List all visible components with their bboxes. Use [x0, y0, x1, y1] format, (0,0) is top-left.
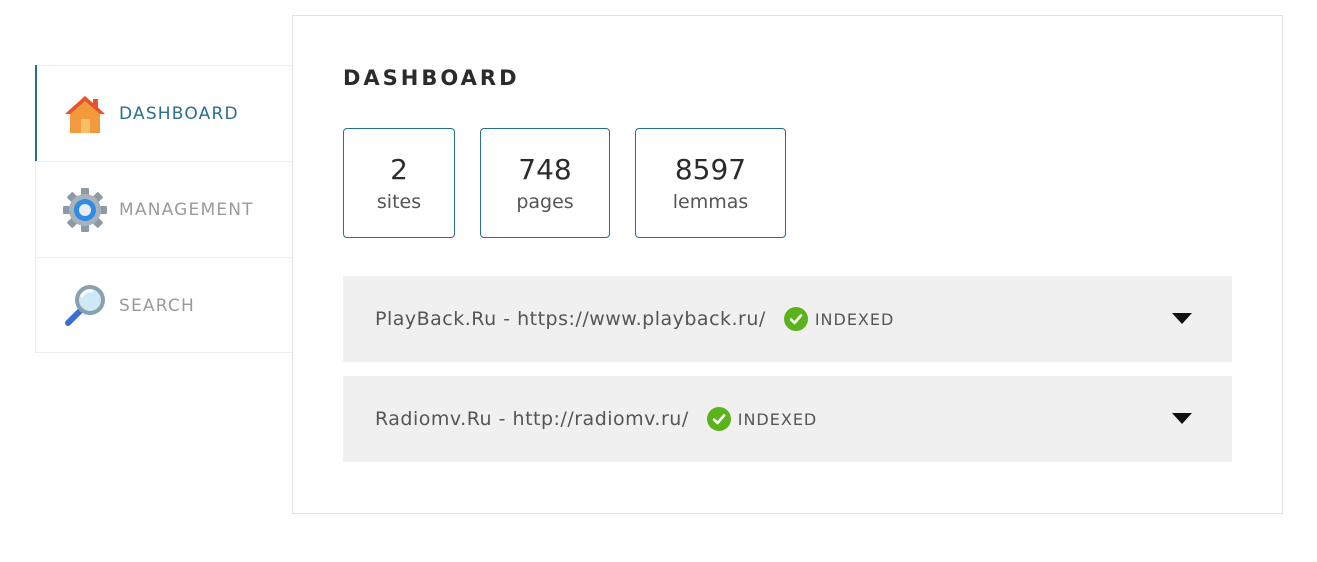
status-badge: INDEXED	[783, 307, 895, 331]
stat-value: 8597	[674, 153, 747, 186]
site-row-radiomv[interactable]: Radiomv.Ru - http://radiomv.ru/ INDEXED	[343, 376, 1232, 462]
gear-icon	[61, 186, 109, 234]
stat-value: 2	[390, 153, 408, 186]
stats-group: 2 sites 748 pages 8597 lemmas	[343, 128, 811, 238]
sidebar-item-search[interactable]: SEARCH	[36, 258, 292, 354]
sidebar-item-management[interactable]: MANAGEMENT	[36, 162, 292, 258]
stat-card-sites: 2 sites	[343, 128, 455, 238]
stat-label: sites	[376, 191, 422, 213]
stat-label: pages	[516, 191, 574, 213]
page-title: DASHBOARD	[343, 66, 520, 90]
magnifier-icon	[61, 282, 109, 330]
site-row-playback[interactable]: PlayBack.Ru - https://www.playback.ru/ I…	[343, 276, 1232, 362]
site-name: Radiomv.Ru - http://radiomv.ru/	[375, 408, 689, 430]
sidebar: DASHBOARD MANAGEMENT SEARCH	[35, 65, 292, 353]
sidebar-item-label: DASHBOARD	[119, 103, 239, 124]
sidebar-item-label: MANAGEMENT	[119, 199, 254, 220]
sidebar-item-label: SEARCH	[119, 296, 195, 316]
check-icon	[706, 407, 731, 431]
status-text: INDEXED	[737, 409, 818, 429]
stat-value: 748	[518, 153, 572, 186]
chevron-down-icon[interactable]	[1172, 313, 1192, 324]
stat-label: lemmas	[672, 191, 749, 213]
stat-card-pages: 748 pages	[480, 128, 610, 238]
chevron-down-icon[interactable]	[1172, 413, 1192, 424]
stat-card-lemmas: 8597 lemmas	[635, 128, 786, 238]
status-text: INDEXED	[814, 309, 895, 329]
status-badge: INDEXED	[706, 407, 818, 431]
site-name: PlayBack.Ru - https://www.playback.ru/	[375, 308, 766, 330]
check-icon	[783, 307, 808, 331]
home-icon	[61, 90, 109, 138]
sidebar-item-dashboard[interactable]: DASHBOARD	[35, 65, 292, 162]
dashboard-panel: DASHBOARD 2 sites 748 pages 8597 lemmas …	[292, 15, 1283, 514]
